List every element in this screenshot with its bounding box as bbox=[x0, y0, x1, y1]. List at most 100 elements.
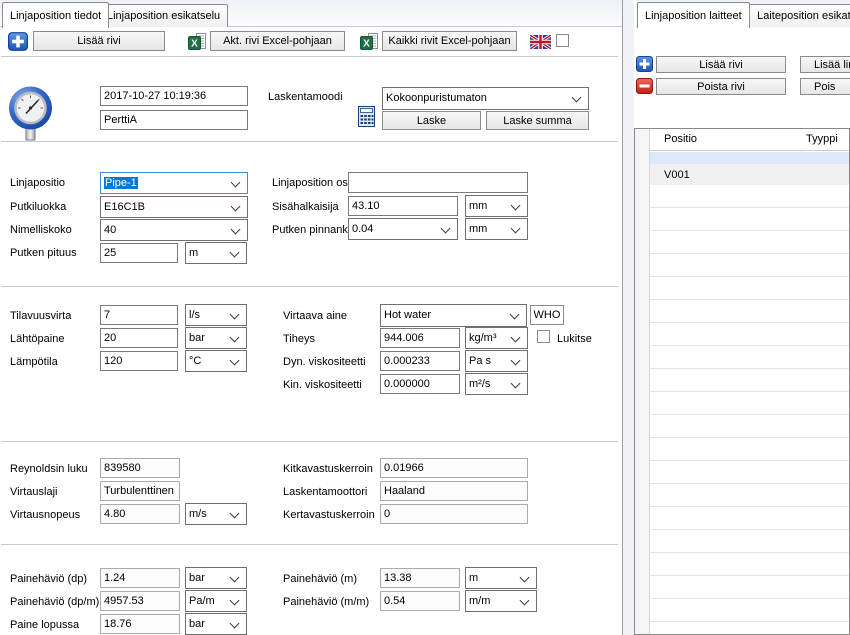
panel-splitter[interactable] bbox=[622, 0, 634, 635]
virtausnopeus-unit-select[interactable]: m/s bbox=[185, 503, 247, 525]
lukitse-checkbox[interactable] bbox=[537, 330, 550, 343]
tilavuusvirta-input[interactable]: 7 bbox=[100, 305, 178, 325]
chevron-down-icon bbox=[230, 596, 240, 606]
sisahalkaisija-input[interactable]: 43.10 bbox=[348, 196, 458, 216]
select-value: Hot water bbox=[384, 309, 431, 321]
nimelliskoko-select[interactable]: 40 bbox=[100, 219, 248, 241]
sisahalkaisija-unit-select[interactable]: mm bbox=[465, 195, 528, 217]
add-device-row-button[interactable]: Lisää rivi bbox=[656, 56, 786, 73]
left-tabstrip: Linjaposition tiedot Linjaposition esika… bbox=[0, 0, 622, 27]
separator bbox=[1, 286, 618, 288]
linjaposition-osa-label: Linjaposition osa bbox=[272, 176, 354, 190]
timestamp-field[interactable]: 2017-10-27 10:19:36 bbox=[100, 86, 248, 106]
painehavio-mm-output[interactable]: 0.54 bbox=[380, 591, 460, 611]
chevron-down-icon bbox=[511, 379, 521, 389]
add-device-plus-icon[interactable] bbox=[636, 56, 653, 72]
separator bbox=[1, 141, 618, 143]
painehavio-m-output[interactable]: 13.38 bbox=[380, 568, 460, 588]
user-field[interactable]: PerttiA bbox=[100, 110, 248, 130]
painehavio-mm-unit-select[interactable]: m/m bbox=[465, 590, 537, 612]
lampotila-input[interactable]: 120 bbox=[100, 351, 178, 371]
painehavio-dp-unit-select[interactable]: bar bbox=[185, 567, 247, 589]
kin-viskositeetti-unit-select[interactable]: m²/s bbox=[465, 373, 528, 395]
excel-icon[interactable]: X bbox=[188, 33, 206, 51]
calculator-icon[interactable] bbox=[358, 106, 375, 127]
laske-button[interactable]: Laske bbox=[382, 111, 481, 130]
tab-linjaposition-esikatselu[interactable]: Linjaposition esikatselu bbox=[99, 4, 228, 27]
painehavio-dp-output[interactable]: 1.24 bbox=[100, 568, 180, 588]
remove-device-minus-icon[interactable] bbox=[636, 78, 653, 94]
select-value: Pa s bbox=[469, 355, 491, 367]
kertavastuskerroin-output[interactable]: 0 bbox=[380, 504, 528, 524]
laskentamoodi-select[interactable]: Kokoonpuristumaton bbox=[382, 87, 589, 110]
putken-pituus-input[interactable]: 25 bbox=[100, 243, 178, 263]
select-value: bar bbox=[189, 572, 205, 584]
tiheys-unit-select[interactable]: kg/m³ bbox=[465, 327, 528, 349]
tab-linjaposition-laitteet[interactable]: Linjaposition laitteet bbox=[637, 2, 750, 28]
virtausnopeus-output[interactable]: 4.80 bbox=[100, 504, 180, 524]
tiheys-input[interactable]: 944.006 bbox=[380, 328, 460, 348]
painehavio-dpm-unit-select[interactable]: Pa/m bbox=[185, 590, 247, 612]
virtauslaji-label: Virtauslaji bbox=[10, 485, 58, 499]
painehavio-mm-label: Painehäviö (m/m) bbox=[283, 595, 369, 609]
dyn-viskositeetti-input[interactable]: 0.000233 bbox=[380, 351, 460, 371]
painehavio-dpm-label: Painehäviö (dp/m) bbox=[10, 595, 99, 609]
kin-viskositeetti-input[interactable]: 0.000000 bbox=[380, 374, 460, 394]
chevron-down-icon bbox=[231, 225, 241, 235]
pipe-calculation-window: Linjaposition tiedot Linjaposition esika… bbox=[0, 0, 850, 635]
new-row-indicator[interactable] bbox=[650, 152, 849, 164]
chevron-down-icon bbox=[230, 619, 240, 629]
remove-from-line-button[interactable]: Pois bbox=[800, 78, 850, 95]
kitkavastuskerroin-output[interactable]: 0.01966 bbox=[380, 458, 528, 478]
painehavio-dpm-output[interactable]: 4957.53 bbox=[100, 591, 180, 611]
chevron-down-icon bbox=[520, 573, 530, 583]
linjaposition-osa-input[interactable] bbox=[348, 172, 528, 193]
chevron-down-icon bbox=[230, 248, 240, 258]
column-header-positio[interactable]: Positio bbox=[664, 133, 697, 145]
table-row[interactable]: V001 bbox=[650, 164, 849, 185]
add-row-button[interactable]: Lisää rivi bbox=[33, 31, 165, 51]
virtauslaji-output[interactable]: Turbulenttinen bbox=[100, 481, 180, 501]
putkiluokka-select[interactable]: E16C1B bbox=[100, 196, 248, 218]
tab-label: Linjaposition esikatselu bbox=[107, 10, 220, 22]
laske-summa-button[interactable]: Laske summa bbox=[486, 111, 589, 130]
lahtopaine-unit-select[interactable]: bar bbox=[185, 327, 247, 349]
select-value: l/s bbox=[189, 309, 200, 321]
all-rows-to-excel-button[interactable]: Kaikki rivit Excel-pohjaan bbox=[382, 31, 517, 51]
lahtopaine-input[interactable]: 20 bbox=[100, 328, 178, 348]
table-header: Positio Tyyppi bbox=[650, 129, 849, 151]
virtausnopeus-label: Virtausnopeus bbox=[10, 508, 80, 522]
uk-flag-icon[interactable] bbox=[530, 35, 551, 49]
reynoldsin-luku-output[interactable]: 839580 bbox=[100, 458, 180, 478]
language-checkbox[interactable] bbox=[556, 34, 569, 47]
dyn-viskositeetti-unit-select[interactable]: Pa s bbox=[465, 350, 528, 372]
tab-label: Linjaposition laitteet bbox=[645, 10, 742, 22]
separator bbox=[1, 441, 618, 443]
tab-linjaposition-tiedot[interactable]: Linjaposition tiedot bbox=[2, 2, 109, 28]
linjapositio-select[interactable]: Pipe-1 bbox=[100, 172, 248, 194]
lampotila-unit-select[interactable]: °C bbox=[185, 350, 247, 372]
add-to-line-button[interactable]: Lisää lin bbox=[800, 56, 850, 73]
laskentamoottori-output[interactable]: Haaland bbox=[380, 481, 528, 501]
pinnankarheus-select[interactable]: 0.04 bbox=[348, 218, 458, 240]
dyn-viskositeetti-label: Dyn. viskositeetti bbox=[283, 355, 366, 369]
tilavuusvirta-unit-select[interactable]: l/s bbox=[185, 304, 247, 326]
excel-icon[interactable]: X bbox=[360, 33, 378, 51]
column-header-tyyppi[interactable]: Tyyppi bbox=[806, 133, 838, 145]
pinnankarheus-unit-select[interactable]: mm bbox=[465, 218, 528, 240]
who-button[interactable]: WHO bbox=[530, 305, 564, 325]
active-row-to-excel-button[interactable]: Akt. rivi Excel-pohjaan bbox=[210, 31, 345, 51]
svg-text:X: X bbox=[363, 39, 370, 50]
lukitse-label: Lukitse bbox=[557, 332, 592, 346]
painehavio-m-unit-select[interactable]: m bbox=[465, 567, 537, 589]
tilavuusvirta-label: Tilavuusvirta bbox=[10, 309, 71, 323]
select-value: Pipe-1 bbox=[104, 177, 138, 189]
add-row-plus-icon[interactable] bbox=[8, 32, 28, 51]
paine-lopussa-output[interactable]: 18.76 bbox=[100, 614, 180, 634]
paine-lopussa-unit-select[interactable]: bar bbox=[185, 613, 247, 635]
putkiluokka-label: Putkiluokka bbox=[10, 200, 66, 214]
remove-device-row-button[interactable]: Poista rivi bbox=[656, 78, 786, 95]
tab-laiteposition-esikatselu[interactable]: Laiteposition esikatselu bbox=[744, 4, 850, 27]
putken-pituus-unit-select[interactable]: m bbox=[185, 242, 247, 264]
virtaava-aine-select[interactable]: Hot water bbox=[380, 304, 527, 327]
